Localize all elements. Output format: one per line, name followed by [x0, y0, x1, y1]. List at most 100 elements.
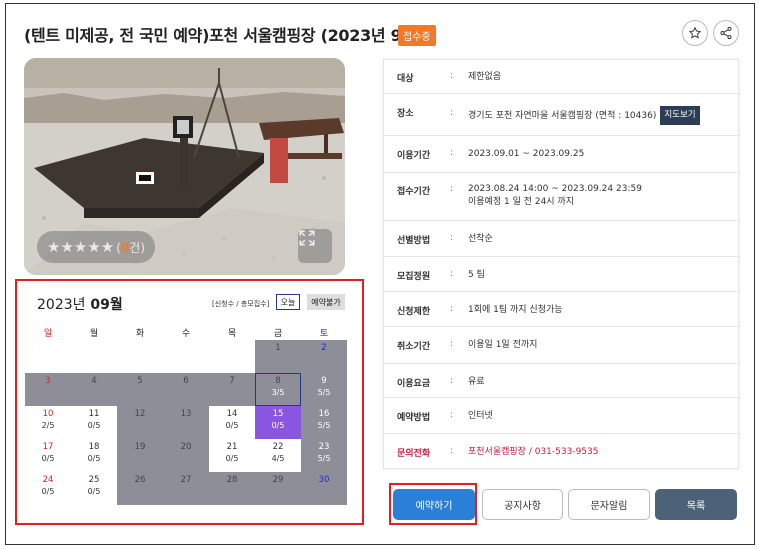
expand-button[interactable]: [298, 229, 332, 263]
calendar-day-status: 0/5: [41, 454, 55, 463]
info-value: 인터넷: [468, 411, 493, 421]
share-button[interactable]: [713, 20, 739, 46]
info-colon: :: [450, 71, 454, 81]
calendar-day-status: 0/5: [271, 421, 285, 430]
calendar-day-cell: 2: [301, 340, 347, 373]
calendar-day-cell[interactable]: 24 0/5: [25, 472, 71, 505]
info-label: 취소기간: [397, 342, 431, 352]
reservation-calendar: 2023년 09월 [신청수 / 총모집수] 오늘 예약불가 일월화수목금토12…: [15, 279, 364, 525]
info-value: 제한없음: [468, 72, 502, 82]
calendar-day-number: 6: [183, 376, 189, 386]
calendar-day-number: 18: [88, 442, 100, 452]
calendar-year: 2023년: [37, 297, 86, 313]
sms-alert-button[interactable]: 문자알림: [568, 489, 650, 520]
info-panel: 대상 : 제한없음 장소 : 경기도 포천 자연마을 서울캠핑장 (면적 : 1…: [383, 59, 740, 470]
info-row-apply-period: 접수기간 : 2023.08.24 14:00 ~ 2023.09.24 23:…: [384, 173, 740, 221]
info-value: 유료: [468, 377, 485, 387]
calendar-day-cell: 4: [71, 373, 117, 406]
calendar-day-status: 4/5: [271, 454, 285, 463]
info-row-cancel: 취소기간 : 이용일 1일 전까지: [384, 327, 740, 364]
info-label: 신청제한: [397, 307, 431, 317]
calendar-day-status: 0/5: [225, 454, 239, 463]
calendar-day-cell[interactable]: 22 4/5: [255, 439, 301, 472]
calendar-day-cell[interactable]: 11 0/5: [71, 406, 117, 439]
calendar-empty-cell: [117, 340, 163, 373]
info-label: 이용요금: [397, 379, 431, 389]
info-label: 접수기간: [397, 187, 431, 197]
calendar-day-cell: 12: [117, 406, 163, 439]
today-button[interactable]: 오늘: [276, 294, 300, 310]
info-row-contact: 문의전화 : 포천서울캠핑장 / 031-533-9535: [384, 434, 740, 470]
calendar-day-number: 22: [272, 442, 284, 452]
calendar-day-status: 0/5: [41, 487, 55, 496]
calendar-day-number: 24: [42, 475, 54, 485]
calendar-day-number: 9: [321, 376, 327, 386]
info-colon: :: [450, 108, 454, 118]
reserve-button[interactable]: 예약하기: [393, 489, 475, 520]
calendar-day-status: 5/5: [317, 421, 331, 430]
calendar-day-cell[interactable]: 18 0/5: [71, 439, 117, 472]
info-row-limit: 신청제한 : 1회에 1팀 까지 신청가능: [384, 292, 740, 327]
calendar-day-cell[interactable]: 25 0/5: [71, 472, 117, 505]
calendar-day-number: 15: [272, 409, 284, 419]
contact-link[interactable]: 포천서울캠핑장 / 031-533-9535: [468, 446, 598, 459]
expand-icon: [299, 230, 315, 246]
rating-count: (0건): [116, 239, 145, 256]
calendar-day-number: 8: [275, 376, 281, 386]
calendar-day-number: 5: [137, 376, 143, 386]
calendar-day-number: 20: [180, 442, 192, 452]
calendar-day-cell[interactable]: 21 0/5: [209, 439, 255, 472]
calendar-day-status: 5/5: [317, 454, 331, 463]
info-row-fee: 이용요금 : 유료: [384, 364, 740, 398]
calendar-day-cell: 13: [163, 406, 209, 439]
share-icon: [720, 26, 732, 40]
calendar-day-cell[interactable]: 10 2/5: [25, 406, 71, 439]
weekday-header: 토: [319, 329, 329, 339]
calendar-day-number: 26: [134, 475, 146, 485]
info-label: 대상: [397, 74, 414, 84]
info-value: 이용일 1일 전까지: [468, 340, 538, 350]
calendar-day-cell: 27: [163, 472, 209, 505]
calendar-day-cell: 9 5/5: [301, 373, 347, 406]
calendar-day-number: 1: [275, 343, 281, 353]
unavailable-legend: 예약불가: [307, 294, 345, 310]
info-label: 이용기간: [397, 151, 431, 161]
calendar-day-cell: 5: [117, 373, 163, 406]
calendar-day-number: 23: [318, 442, 330, 452]
calendar-day-cell[interactable]: 17 0/5: [25, 439, 71, 472]
info-value-note: 이용예정 1 일 전 24시 까지: [468, 197, 575, 207]
calendar-day-cell[interactable]: 14 0/5: [209, 406, 255, 439]
calendar-day-number: 30: [318, 475, 330, 485]
star-icon: [688, 26, 702, 39]
weekday-header: 화: [135, 329, 145, 339]
page-title: (텐트 미제공, 전 국민 예약)포천 서울캠핑장 (2023년 9월): [24, 26, 423, 45]
calendar-day-cell: 3: [25, 373, 71, 406]
notice-button[interactable]: 공지사항: [482, 489, 563, 520]
calendar-empty-cell: [25, 340, 71, 373]
calendar-empty-cell: [209, 340, 255, 373]
calendar-day-cell: 19: [117, 439, 163, 472]
info-colon: :: [450, 376, 454, 386]
campsite-photo[interactable]: ★★★★★ (0건): [24, 58, 345, 275]
info-colon: :: [450, 233, 454, 243]
info-row-selection: 선별방법 : 선착순: [384, 221, 740, 257]
calendar-day-status: 0/5: [87, 454, 101, 463]
calendar-day-status: 0/5: [87, 487, 101, 496]
info-row-place: 장소 : 경기도 포천 자연마을 서울캠핑장 (면적 : 10436) 지도보기: [384, 94, 740, 136]
list-button[interactable]: 목록: [655, 489, 737, 520]
calendar-day-status: 2/5: [41, 421, 55, 430]
calendar-empty-cell: [163, 340, 209, 373]
info-colon: :: [450, 446, 454, 456]
status-badge: 접수중: [398, 25, 436, 46]
info-colon: :: [450, 148, 454, 158]
calendar-day-number: 27: [180, 475, 192, 485]
calendar-day-number: 21: [226, 442, 238, 452]
calendar-day-cell[interactable]: 15 0/5: [255, 406, 301, 439]
info-value: 2023.09.01 ~ 2023.09.25: [468, 149, 585, 159]
favorite-button[interactable]: [682, 20, 708, 46]
info-label: 예약방법: [397, 413, 431, 423]
map-view-button[interactable]: 지도보기: [660, 106, 700, 125]
calendar-day-cell: 30: [301, 472, 347, 505]
calendar-legend: [신청수 / 총모집수]: [212, 300, 270, 308]
rating-stars: ★★★★★: [47, 238, 115, 256]
